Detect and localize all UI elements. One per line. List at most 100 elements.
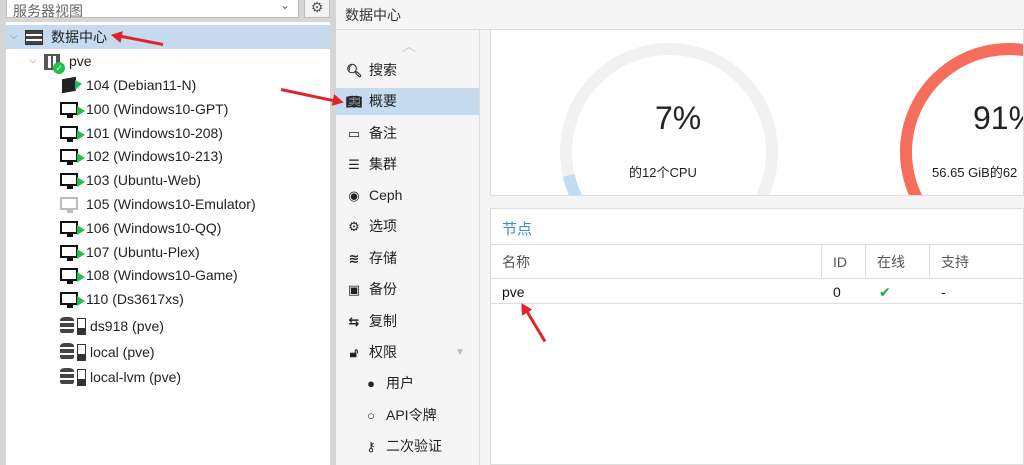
nav-item-label: 存储 (369, 250, 397, 266)
tree-item-label: 100 (Windows10-GPT) (86, 100, 229, 117)
collapse-arrow-icon[interactable]: ⌵ (10, 25, 18, 49)
vm-running-icon (60, 244, 85, 261)
nodes-panel-title: 节点 (491, 209, 1023, 245)
note-icon: ▭ (347, 126, 361, 141)
online-check-icon: ✔ (879, 284, 891, 300)
nav-item-12[interactable]: ⚷ 二次验证 (336, 433, 479, 460)
nav-item-10[interactable]: ● 用户 (336, 370, 479, 397)
nav-item-label: Ceph (369, 187, 403, 203)
summary-panel: 7% 的12个CPU 91% 56.65 GiB的62 节点 名称 ID 在线 … (480, 30, 1024, 465)
page-title: 数据中心 (345, 7, 401, 23)
nav-item-label: 用户 (386, 375, 414, 391)
gear-button[interactable]: ⚙ (304, 0, 330, 18)
tree-item-guest[interactable]: 102 (Windows10-213) (6, 144, 330, 168)
nav-item-6[interactable]: ≋ 存储 (336, 245, 479, 272)
memory-usage-value: 91% (973, 100, 1023, 136)
tree-item-label: 101 (Windows10-208) (86, 124, 223, 141)
vm-running-icon (60, 101, 85, 118)
ceph-icon: ◉ (348, 188, 360, 203)
node-name-cell: pve (502, 284, 525, 300)
nav-item-0[interactable]: 🔍︎ 搜索 (336, 57, 479, 84)
user-icon: ● (367, 376, 375, 391)
tree-item-label: 103 (Ubuntu-Web) (86, 172, 201, 189)
tree-item-storage[interactable]: ds918 (pve) (6, 314, 330, 338)
cpu-usage-value: 7% (655, 100, 702, 136)
tree-item-label: local (pve) (90, 343, 155, 360)
resource-tree-panel: 服务器视图 ⌄ ⚙ ⌵ 数据中心 ⌵ pve 104 (Debian11-N) 1… (0, 0, 336, 465)
chevron-down-icon: ⌄ (279, 0, 290, 12)
nav-item-5[interactable]: ⚙ 选项 (336, 213, 479, 240)
tree-item-datacenter[interactable]: ⌵ 数据中心 (6, 25, 330, 49)
node-online-icon (44, 54, 65, 74)
nav-item-label: 权限 (369, 344, 397, 360)
content-header: 数据中心 (336, 0, 1024, 30)
table-row[interactable]: pve 0 ✔ - (491, 280, 1024, 304)
nav-item-label: 备份 (369, 281, 397, 297)
retweet-icon: ⇆ (348, 314, 360, 329)
tree-item-label: local-lvm (pve) (90, 369, 182, 385)
tree-item-guest[interactable]: 103 (Ubuntu-Web) (6, 168, 330, 192)
vm-running-icon (60, 125, 85, 142)
floppy-icon: ▣ (347, 282, 361, 297)
server-icon: ☰ (348, 157, 360, 172)
nav-item-7[interactable]: ▣ 备份 (336, 276, 479, 303)
nav-item-1[interactable]: 📖︎ 概要 (336, 88, 479, 115)
vm-running-icon (60, 292, 85, 309)
tree-item-node[interactable]: ⌵ pve (6, 49, 330, 74)
tree-item-guest[interactable]: 105 (Windows10-Emulator) (6, 192, 330, 216)
vm-running-icon (60, 173, 85, 190)
tree-item-guest[interactable]: 107 (Ubuntu-Plex) (6, 240, 330, 264)
column-header-name[interactable]: 名称 (491, 245, 822, 279)
tree-item-label: 110 (Ds3617xs) (86, 291, 184, 308)
vm-running-icon (60, 220, 85, 237)
datacenter-nav-menu: ︿ 🔍︎ 搜索 📖︎ 概要 ▭ 备注 ☰ 集群 ◉ Ceph ⚙ 选项 ≋ 存储 ▣ 备份 ⇆ 复制 🔓︎ 权限 ▼ ● 用… (336, 30, 480, 465)
nav-item-11[interactable]: ○ API令牌 (336, 402, 479, 429)
gear-icon: ⚙ (348, 219, 360, 234)
nav-item-label: 二次验证 (386, 438, 442, 454)
column-header-support[interactable]: 支持 (930, 245, 1024, 279)
vm-running-icon (60, 268, 85, 285)
nodes-table-header: 名称 ID 在线 支持 (491, 245, 1024, 279)
view-selector[interactable]: 服务器视图 ⌄ (6, 0, 299, 19)
nav-item-8[interactable]: ⇆ 复制 (336, 308, 479, 335)
nav-item-4[interactable]: ◉ Ceph (336, 182, 479, 209)
tree-item-label: 106 (Windows10-QQ) (86, 219, 222, 236)
nav-item-3[interactable]: ☰ 集群 (336, 151, 479, 178)
nav-item-2[interactable]: ▭ 备注 (336, 120, 479, 147)
cpu-gauge-fill (562, 173, 583, 195)
tree-item-guest[interactable]: 110 (Ds3617xs) (6, 287, 330, 311)
scroll-up-icon[interactable]: ︿ (402, 36, 416, 56)
column-header-online[interactable]: 在线 (866, 245, 930, 279)
collapse-arrow-icon[interactable]: ⌵ (29, 49, 37, 73)
column-header-id[interactable]: ID (822, 245, 866, 279)
tree-item-label: 108 (Windows10-Game) (86, 267, 238, 284)
vm-stopped-icon (60, 197, 78, 213)
expand-caret-icon[interactable]: ▼ (455, 339, 465, 366)
tree-item-label: 数据中心 (51, 29, 107, 45)
tree-item-label: pve (69, 53, 92, 69)
vm-running-icon (60, 149, 85, 166)
tree-item-guest[interactable]: 108 (Windows10-Game) (6, 263, 330, 287)
nodes-panel: 节点 名称 ID 在线 支持 pve 0 ✔ - (490, 208, 1024, 465)
view-selector-value: 服务器视图 (13, 3, 83, 19)
tree-item-label: 104 (Debian11-N) (86, 77, 197, 93)
tree-item-guest[interactable]: 106 (Windows10-QQ) (6, 216, 330, 240)
nav-item-label: 概要 (369, 93, 397, 109)
nav-item-9[interactable]: 🔓︎ 权限 ▼ (336, 339, 479, 366)
tree-item-storage[interactable]: local-lvm (pve) (6, 365, 330, 389)
tree-item-guest[interactable]: 100 (Windows10-GPT) (6, 97, 330, 121)
tree-item-label: 105 (Windows10-Emulator) (86, 196, 256, 212)
tree-item-guest[interactable]: 101 (Windows10-208) (6, 121, 330, 145)
node-support-cell: - (941, 284, 946, 300)
database-icon: ≋ (348, 251, 360, 266)
node-id-cell: 0 (833, 284, 841, 300)
key-icon: ⚷ (366, 439, 376, 454)
search-icon: 🔍︎ (346, 63, 363, 78)
tree-item-label: ds918 (pve) (90, 318, 164, 334)
gauge-panel: 7% 的12个CPU 91% 56.65 GiB的62 (490, 30, 1024, 196)
tree-item-storage[interactable]: local (pve) (6, 340, 330, 364)
tree-item-label: 107 (Ubuntu-Plex) (86, 243, 200, 260)
tree-item-guest[interactable]: 104 (Debian11-N) (6, 73, 330, 97)
nav-item-label: 备注 (369, 125, 397, 141)
storage-icon (60, 342, 86, 361)
